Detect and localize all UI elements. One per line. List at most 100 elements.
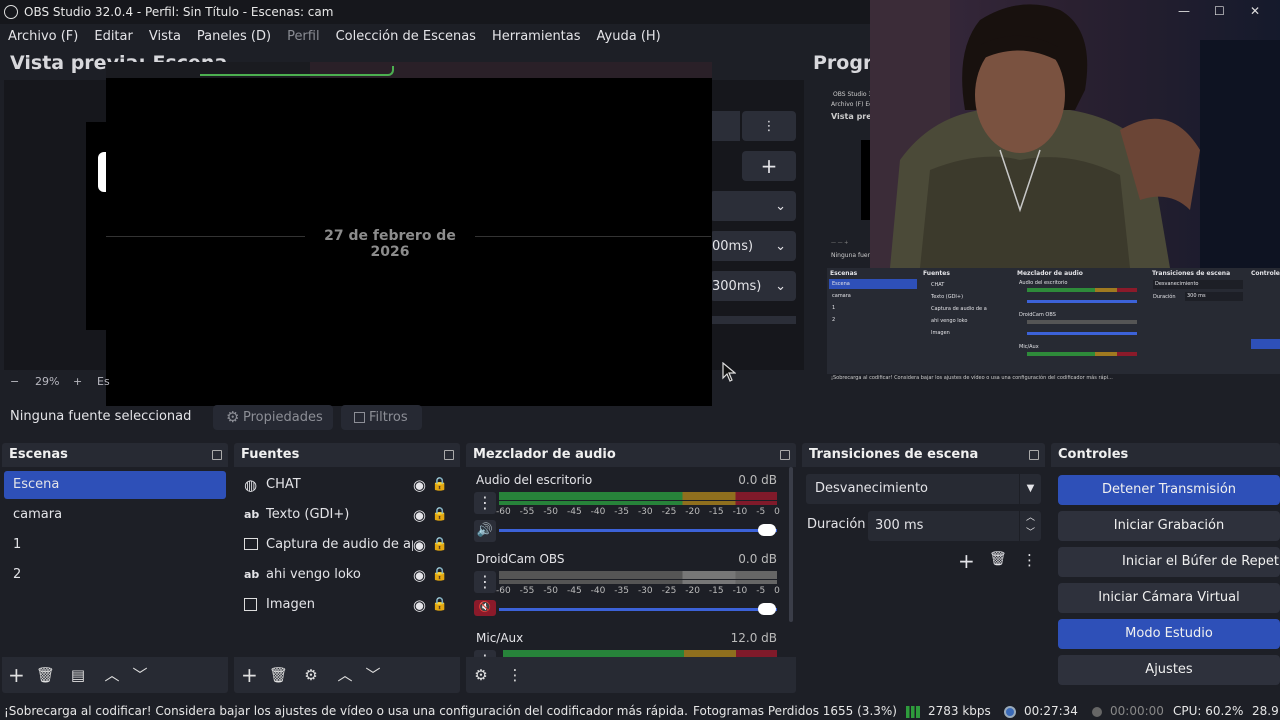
ghost-dropdown[interactable]: ⌄ bbox=[710, 191, 796, 221]
lock-icon[interactable]: 🔒 bbox=[432, 561, 448, 589]
source-item[interactable]: ab ahi vengo loko ◉ 🔒 bbox=[236, 561, 458, 589]
duration-spinbox[interactable]: 300 ms ︿ ﹀ bbox=[868, 511, 1041, 541]
ghost-add-button[interactable]: + bbox=[742, 151, 796, 181]
source-item[interactable]: ab Texto (GDI+) ◉ 🔒 bbox=[236, 501, 458, 529]
mixer-scrollbar[interactable] bbox=[789, 467, 793, 622]
stream-time: 00:27:34 bbox=[1024, 704, 1078, 718]
eye-icon[interactable]: ◉ bbox=[413, 501, 426, 529]
undock-icon[interactable] bbox=[212, 450, 222, 460]
stop-streaming-button[interactable]: Detener Transmisión bbox=[1058, 475, 1280, 505]
source-item[interactable]: ◍ CHAT ◉ 🔒 bbox=[236, 471, 458, 499]
nested-duration-value: 300 ms bbox=[1185, 292, 1243, 301]
menu-herramientas[interactable]: Herramientas bbox=[484, 24, 589, 49]
mixer-channel: Mic/Aux 12.0 dB ⋮ bbox=[466, 627, 786, 657]
minimize-icon[interactable]: — bbox=[1178, 4, 1190, 18]
volume-slider[interactable] bbox=[499, 608, 777, 611]
properties-label: Propiedades bbox=[243, 410, 323, 425]
channel-menu-icon[interactable]: ⋮ bbox=[474, 571, 496, 593]
scene-item[interactable]: 1 bbox=[4, 531, 226, 559]
source-toolbar: Ninguna fuente seleccionad ⚙ Propiedades… bbox=[0, 402, 800, 432]
lock-icon[interactable]: 🔒 bbox=[432, 501, 448, 529]
scene-item[interactable]: camara bbox=[4, 501, 226, 529]
speaker-icon[interactable]: 🔊 bbox=[474, 520, 496, 542]
trash-icon[interactable]: 🗑 bbox=[989, 551, 1007, 567]
ghost-duration-2[interactable]: 300ms) ⌄ bbox=[710, 271, 796, 301]
undock-icon[interactable] bbox=[780, 450, 790, 460]
transition-select[interactable]: Desvanecimiento ▼ bbox=[806, 474, 1041, 504]
decrement-icon[interactable]: ﹀ bbox=[1019, 526, 1041, 541]
virtual-camera-button[interactable]: Iniciar Cámara Virtual bbox=[1058, 583, 1280, 613]
nested-ch3: Mic/Aux bbox=[1019, 344, 1039, 350]
channel-menu-icon[interactable]: ⋮ bbox=[474, 650, 496, 657]
gear-icon[interactable]: ⚙ bbox=[473, 667, 489, 683]
trash-icon[interactable]: 🗑 bbox=[269, 667, 288, 683]
undock-icon[interactable] bbox=[1029, 450, 1039, 460]
menu-archivo[interactable]: Archivo (F) bbox=[0, 24, 86, 49]
eye-icon[interactable]: ◉ bbox=[413, 591, 426, 619]
lock-icon[interactable]: 🔒 bbox=[432, 471, 448, 499]
status-bar: ¡Sobrecarga al codificar! Considera baja… bbox=[0, 703, 1280, 720]
volume-slider-handle[interactable] bbox=[758, 603, 776, 615]
close-icon[interactable]: ✕ bbox=[1250, 4, 1260, 18]
filters-label: Filtros bbox=[369, 410, 408, 425]
mouse-cursor-icon bbox=[722, 362, 736, 382]
menu-coleccion[interactable]: Colección de Escenas bbox=[328, 24, 484, 49]
nested-fader-1 bbox=[1027, 300, 1137, 303]
chevron-down-icon[interactable]: ﹀ bbox=[132, 667, 148, 683]
filters-button[interactable]: Filtros bbox=[341, 405, 422, 430]
sources-dock: Fuentes ◍ CHAT ◉ 🔒 ab Texto (GDI+) ◉ 🔒 C… bbox=[234, 443, 460, 693]
replay-buffer-button[interactable]: Iniciar el Búfer de Repetición bbox=[1058, 547, 1280, 577]
filter-icon bbox=[354, 412, 365, 423]
menu-editar[interactable]: Editar bbox=[86, 24, 141, 49]
add-icon[interactable]: + bbox=[958, 549, 975, 573]
ghost-menu-button[interactable]: ⋮ bbox=[742, 111, 796, 141]
transition-select-value: Desvanecimiento bbox=[815, 481, 929, 496]
menu-vista[interactable]: Vista bbox=[141, 24, 189, 49]
chevron-down-icon[interactable]: ﹀ bbox=[365, 667, 381, 683]
more-vertical-icon[interactable]: ⋮ bbox=[1022, 551, 1037, 569]
menu-paneles[interactable]: Paneles (D) bbox=[189, 24, 279, 49]
source-label: ahi vengo loko bbox=[266, 567, 361, 582]
source-item[interactable]: Imagen ◉ 🔒 bbox=[236, 591, 458, 619]
filter-icon[interactable]: ▤ bbox=[70, 667, 86, 683]
maximize-icon[interactable]: ☐ bbox=[1214, 4, 1225, 18]
lock-icon[interactable]: 🔒 bbox=[432, 531, 448, 559]
dropped-frames: Fotogramas Perdidos 1655 (3.3%) bbox=[693, 704, 897, 718]
scenes-list: Escena camara 1 2 bbox=[2, 467, 228, 657]
eye-icon[interactable]: ◉ bbox=[413, 561, 426, 589]
settings-button[interactable]: Ajustes bbox=[1058, 655, 1280, 685]
preview-ghost-field bbox=[710, 111, 740, 141]
chevron-up-icon[interactable]: ︿ bbox=[104, 667, 120, 683]
controls-title: Controles bbox=[1058, 447, 1129, 462]
meter-scale: -60 -55 -50 -45 -40 -35 -30 -25 -20 -15 -10 -5 0 bbox=[496, 586, 780, 596]
fps: 28.9 bbox=[1252, 704, 1279, 718]
zoom-in-button[interactable]: + bbox=[73, 374, 82, 390]
increment-icon[interactable]: ︿ bbox=[1019, 511, 1041, 526]
obs-logo-icon bbox=[4, 5, 18, 19]
start-recording-button[interactable]: Iniciar Grabación bbox=[1058, 511, 1280, 541]
menu-perfil[interactable]: Perfil bbox=[279, 24, 328, 49]
studio-mode-button[interactable]: Modo Estudio bbox=[1058, 619, 1280, 649]
sources-footer: + 🗑 ⚙ ︿ ﹀ bbox=[234, 657, 460, 693]
chevron-up-icon[interactable]: ︿ bbox=[337, 667, 353, 683]
speaker-muted-icon[interactable]: 🔇 bbox=[474, 600, 496, 616]
channel-menu-icon[interactable]: ⋮ bbox=[474, 492, 496, 514]
undock-icon[interactable] bbox=[444, 450, 454, 460]
volume-slider-handle[interactable] bbox=[758, 524, 776, 536]
lock-icon[interactable]: 🔒 bbox=[432, 591, 448, 619]
scene-item[interactable]: Escena bbox=[4, 471, 226, 499]
zoom-out-button[interactable]: − bbox=[10, 374, 19, 390]
source-item[interactable]: Captura de audio de ap ◉ 🔒 bbox=[236, 531, 458, 559]
eye-icon[interactable]: ◉ bbox=[413, 471, 426, 499]
volume-slider[interactable] bbox=[499, 529, 777, 532]
add-icon[interactable]: + bbox=[241, 665, 258, 685]
trash-icon[interactable]: 🗑 bbox=[36, 667, 55, 683]
menu-ayuda[interactable]: Ayuda (H) bbox=[589, 24, 669, 49]
eye-icon[interactable]: ◉ bbox=[412, 531, 426, 559]
gear-icon[interactable]: ⚙ bbox=[303, 667, 319, 683]
add-icon[interactable]: + bbox=[8, 665, 25, 685]
more-vertical-icon[interactable]: ⋮ bbox=[507, 667, 523, 683]
ghost-duration-1[interactable]: 00ms) ⌄ bbox=[710, 231, 796, 261]
scene-item[interactable]: 2 bbox=[4, 561, 226, 589]
properties-button[interactable]: ⚙ Propiedades bbox=[213, 405, 333, 430]
